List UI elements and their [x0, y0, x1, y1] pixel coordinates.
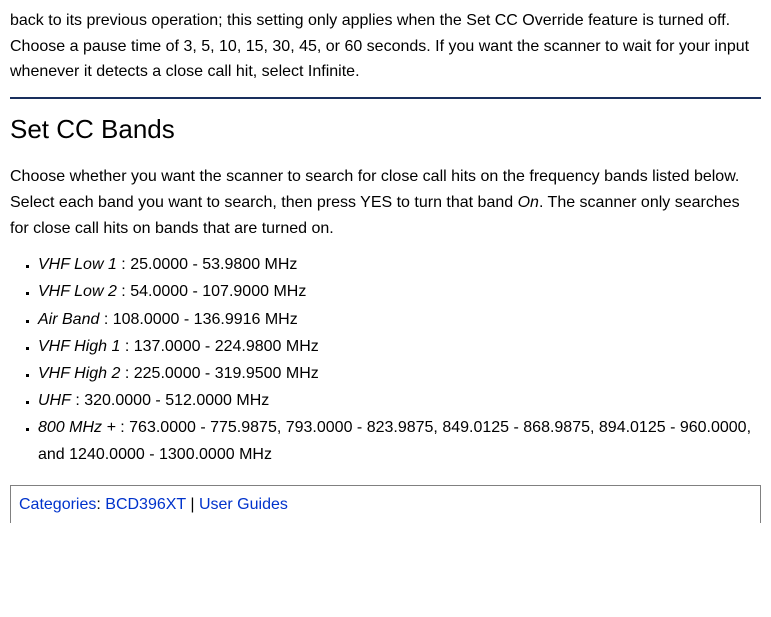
list-item: VHF High 1 : 137.0000 - 224.9800 MHz	[38, 333, 761, 360]
list-item: VHF Low 1 : 25.0000 - 53.9800 MHz	[38, 251, 761, 278]
list-item: UHF : 320.0000 - 512.0000 MHz	[38, 387, 761, 414]
band-range: 54.0000 - 107.9000 MHz	[130, 283, 306, 300]
band-range: 763.0000 - 775.9875, 793.0000 - 823.9875…	[38, 419, 751, 463]
intro-paragraph: back to its previous operation; this set…	[10, 8, 761, 85]
section-paragraph: Choose whether you want the scanner to s…	[10, 164, 761, 241]
band-name: VHF High 1	[38, 338, 120, 355]
band-range: 320.0000 - 512.0000 MHz	[84, 392, 269, 409]
list-item: Air Band : 108.0000 - 136.9916 MHz	[38, 306, 761, 333]
category-link-user-guides[interactable]: User Guides	[199, 496, 288, 513]
list-item: VHF High 2 : 225.0000 - 319.9500 MHz	[38, 360, 761, 387]
category-link-bcd396xt[interactable]: BCD396XT	[105, 496, 186, 513]
section-divider	[10, 97, 761, 99]
section-heading: Set CC Bands	[10, 109, 761, 151]
section-paragraph-em: On	[518, 194, 539, 211]
list-item: 800 MHz + : 763.0000 - 775.9875, 793.000…	[38, 414, 761, 468]
list-item: VHF Low 2 : 54.0000 - 107.9000 MHz	[38, 278, 761, 305]
band-range: 108.0000 - 136.9916 MHz	[113, 311, 298, 328]
band-name: Air Band	[38, 311, 99, 328]
categories-colon: :	[96, 496, 105, 513]
band-range: 225.0000 - 319.9500 MHz	[134, 365, 319, 382]
band-name: VHF High 2	[38, 365, 120, 382]
band-range: 25.0000 - 53.9800 MHz	[130, 256, 297, 273]
band-name: UHF	[38, 392, 71, 409]
band-list: VHF Low 1 : 25.0000 - 53.9800 MHz VHF Lo…	[10, 251, 761, 469]
band-name: VHF Low 2	[38, 283, 117, 300]
band-range: 137.0000 - 224.9800 MHz	[134, 338, 319, 355]
categories-box: Categories: BCD396XT | User Guides	[10, 485, 761, 524]
categories-separator: |	[186, 496, 199, 513]
categories-link[interactable]: Categories	[19, 496, 96, 513]
band-name: VHF Low 1	[38, 256, 117, 273]
band-name: 800 MHz +	[38, 419, 116, 436]
